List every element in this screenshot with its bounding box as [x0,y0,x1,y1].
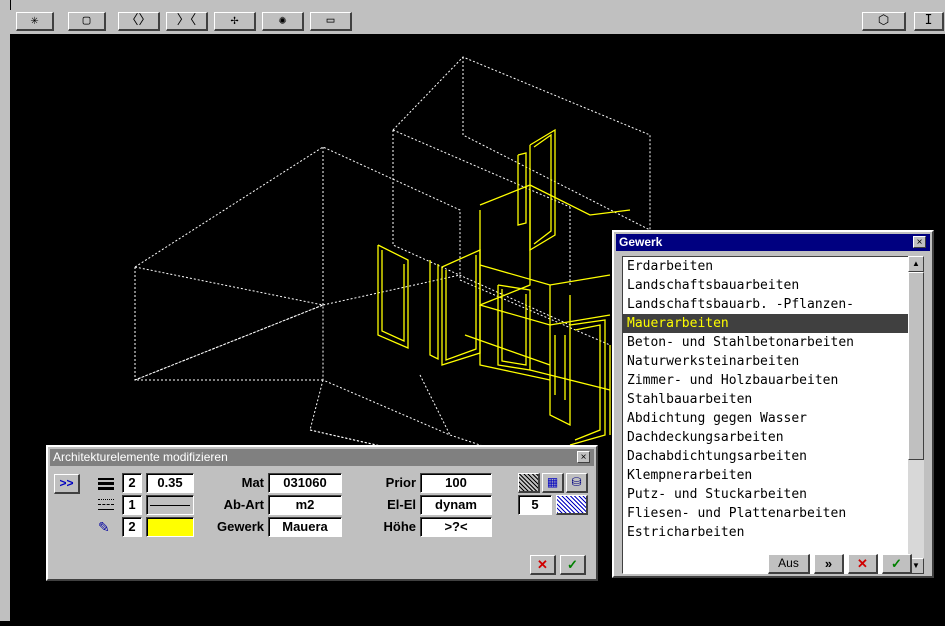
cancel-button[interactable]: ✕ [530,555,556,575]
list-item[interactable]: Stahlbauarbeiten [623,390,923,409]
list-item[interactable]: Dachdeckungsarbeiten [623,428,923,447]
ok-button[interactable]: ✓ [882,554,912,574]
prior-label: Prior [385,475,416,490]
line-type-preview[interactable] [146,495,194,515]
gewerk-field[interactable]: Mauera [268,517,342,537]
hoehe-field[interactable]: >?< [420,517,492,537]
gewerk-dialog: Gewerk × Erdarbeiten Landschaftsbauarbei… [612,230,934,578]
white-wireframe [134,56,651,476]
list-item[interactable]: Abdichtung gegen Wasser [623,409,923,428]
zoom-out-icon[interactable]: 〈〉 [118,12,160,31]
list-item[interactable]: Erdarbeiten [623,257,923,276]
list-item[interactable]: Klempnerarbeiten [623,466,923,485]
pan-icon[interactable]: ✢ [214,12,256,31]
redraw-icon[interactable]: ✺ [262,12,304,31]
line-type-index[interactable]: 1 [122,495,142,515]
list-item[interactable]: Estricharbeiten [623,523,923,542]
list-item[interactable]: Landschaftsbauarbeiten [623,276,923,295]
prior-field[interactable]: 100 [420,473,492,493]
frame-icon[interactable]: ▢ [68,12,106,31]
bar-icon[interactable]: I [914,12,944,31]
expand-button[interactable]: >> [54,474,80,494]
zoom-in-icon[interactable]: 〉〈 [166,12,208,31]
pen-icon: ✎ [98,519,110,535]
next-button[interactable]: » [814,554,844,574]
list-item[interactable]: Dachabdichtungsarbeiten [623,447,923,466]
abart-field[interactable]: m2 [268,495,342,515]
dialog-title: Architekturelemente modifizieren [50,449,594,466]
line-width-value[interactable]: 0.35 [146,473,194,493]
asterisk-icon[interactable]: ✳ [16,12,54,31]
line-width-icon [98,478,114,490]
list-item[interactable]: Naturwerksteinarbeiten [623,352,923,371]
arch-elements-dialog: Architekturelemente modifizieren × >> 2 … [46,445,598,581]
cube-icon[interactable]: ⬡ [862,12,906,31]
top-toolbar: ✳ ▢ 〈〉 〉〈 ✢ ✺ ▭ ⬡ I [10,10,945,35]
cancel-button[interactable]: ✕ [848,554,878,574]
line-width-index[interactable]: 2 [122,473,142,493]
hoehe-label: Höhe [383,519,417,534]
aus-button[interactable]: Aus [768,554,810,574]
hatch-pattern-preview[interactable] [556,495,588,515]
yellow-wireframe [377,128,631,446]
brick-icon[interactable]: ▦ [542,473,564,493]
close-icon[interactable]: × [577,451,590,463]
list-item-selected[interactable]: Mauerarbeiten [623,314,923,333]
pen-index[interactable]: 2 [122,517,142,537]
close-icon[interactable]: × [913,236,926,248]
list-scrollbar[interactable]: ▲ ▼ [908,256,924,574]
list-item[interactable]: Fliesen- und Plattenarbeiten [623,504,923,523]
list-item[interactable]: Landschaftsbauarb. -Pflanzen- [623,295,923,314]
hatch-icon[interactable] [518,473,540,493]
gewerk-list[interactable]: Erdarbeiten Landschaftsbauarbeiten Lands… [622,256,924,574]
elel-field[interactable]: dynam [420,495,492,515]
scroll-up-icon[interactable]: ▲ [908,256,924,272]
pen-color-swatch[interactable] [146,517,194,537]
mat-label: Mat [241,475,264,490]
window-icon[interactable]: ▭ [310,12,352,31]
elel-label: El-El [387,497,416,512]
gewerk-label: Gewerk [217,519,264,534]
hatch-number[interactable]: 5 [518,495,552,515]
ok-button[interactable]: ✓ [560,555,586,575]
list-item[interactable]: Zimmer- und Holzbauarbeiten [623,371,923,390]
fill-bucket-icon[interactable]: ⛁ [566,473,588,493]
mat-field[interactable]: 031060 [268,473,342,493]
line-type-icon [98,499,114,511]
abart-label: Ab-Art [223,497,264,512]
list-item[interactable]: Beton- und Stahlbetonarbeiten [623,333,923,352]
list-item[interactable]: Putz- und Stuckarbeiten [623,485,923,504]
gewerk-title: Gewerk [616,234,930,251]
scroll-thumb[interactable] [908,272,924,460]
